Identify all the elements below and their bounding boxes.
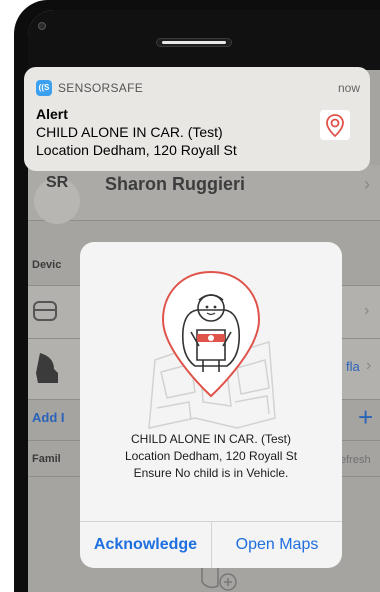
refresh-label[interactable]: efresh — [340, 454, 371, 466]
camera-icon — [38, 22, 46, 30]
add-device-link[interactable]: Add I — [32, 410, 65, 425]
map-pin-icon — [320, 110, 350, 140]
notification-time: now — [337, 81, 360, 95]
chevron-right-icon: › — [366, 357, 372, 374]
dialog-message-line2: Location Dedham, 120 Royall St — [124, 449, 298, 463]
family-section-header: Famil — [32, 453, 61, 465]
notification-body-line2: Location Dedham, 120 Royall St — [36, 142, 237, 158]
car-seat-icon — [36, 353, 58, 383]
chevron-right-icon: › — [364, 174, 370, 194]
push-notification[interactable]: ((S SENSORSAFE now Alert CHILD ALONE IN … — [24, 67, 370, 171]
speaker-grille — [156, 38, 232, 47]
notification-title: Alert — [36, 106, 68, 122]
devices-section-header: Devic — [32, 259, 62, 271]
sensor-device-icon — [33, 301, 57, 321]
notification-body-line1: CHILD ALONE IN CAR. (Test) — [36, 124, 223, 140]
car-seat-brand-label: fla — [346, 359, 360, 374]
divider — [28, 220, 380, 221]
child-alone-map-illustration — [148, 270, 276, 429]
open-maps-button[interactable]: Open Maps — [212, 522, 342, 568]
avatar-initials: SR — [46, 174, 69, 191]
add-plus-icon[interactable]: + — [358, 402, 373, 433]
notification-app-name: SENSORSAFE — [58, 81, 144, 95]
dialog-message-line3: Ensure No child is in Vehicle. — [133, 466, 289, 480]
alert-dialog: CHILD ALONE IN CAR. (Test) Location Dedh… — [80, 242, 342, 568]
dialog-message-line1: CHILD ALONE IN CAR. (Test) — [130, 432, 292, 446]
phone-top-bezel — [28, 10, 380, 70]
sensorsafe-app-icon: ((S — [36, 80, 52, 96]
chevron-right-icon: › — [364, 302, 370, 319]
acknowledge-button[interactable]: Acknowledge — [80, 522, 211, 568]
user-name: Sharon Ruggieri — [105, 174, 246, 194]
